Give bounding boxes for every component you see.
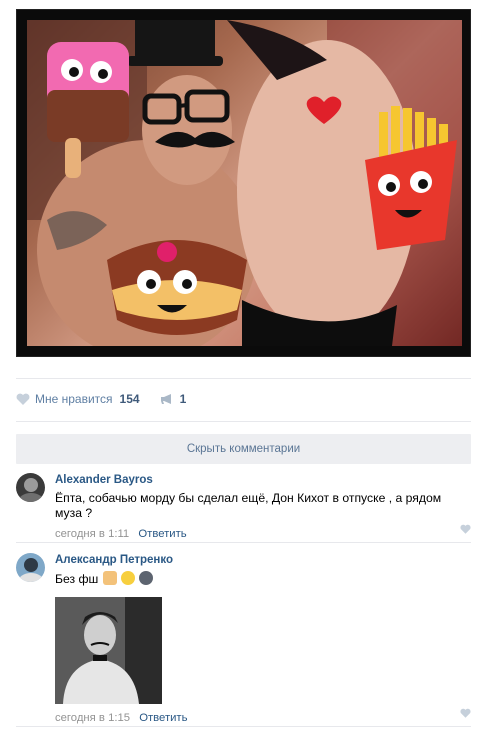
avatar[interactable] xyxy=(16,553,45,582)
divider xyxy=(16,542,471,543)
photo-content xyxy=(27,20,462,346)
comment-time[interactable]: сегодня в 1:15 xyxy=(55,712,130,724)
comment-text: Без фш xyxy=(55,572,99,586)
attached-photo[interactable] xyxy=(55,597,162,704)
divider xyxy=(16,378,471,379)
share-count: 1 xyxy=(179,392,187,406)
comment-text: Ёпта, собачью морду бы сделал ещё, Дон К… xyxy=(55,491,442,520)
avatar[interactable] xyxy=(16,473,45,502)
comment-author[interactable]: Александр Петренко xyxy=(55,553,471,567)
reply-button[interactable]: Ответить xyxy=(139,712,187,724)
megaphone-icon xyxy=(160,394,171,404)
comment: Александр Петренко Без фш сегодня в 1:15… xyxy=(16,553,471,725)
comment-like-icon[interactable] xyxy=(460,524,471,534)
flushed-face-emoji-icon xyxy=(121,571,136,585)
post-actions: Мне нравится 154 1 xyxy=(16,389,186,409)
like-count: 154 xyxy=(119,392,140,406)
divider xyxy=(16,726,471,727)
comment-time[interactable]: сегодня в 1:11 xyxy=(55,528,129,540)
comment-meta: сегодня в 1:11 Ответить xyxy=(55,527,471,541)
heart-icon xyxy=(16,393,30,405)
share-button[interactable]: 1 xyxy=(160,392,187,406)
comment: Alexander Bayros Ёпта, собачью морду бы … xyxy=(16,473,471,545)
like-label: Мне нравится xyxy=(35,392,113,406)
comment-text-row: Без фш xyxy=(55,571,471,587)
like-button[interactable]: Мне нравится 154 xyxy=(16,392,140,406)
flexed-biceps-emoji-icon xyxy=(102,571,117,585)
reply-button[interactable]: Ответить xyxy=(138,528,186,540)
ball-emoji-icon xyxy=(139,571,154,585)
hide-comments-button[interactable]: Скрыть комментарии xyxy=(16,434,471,464)
comment-author[interactable]: Alexander Bayros xyxy=(55,473,471,487)
comment-like-icon[interactable] xyxy=(460,708,471,718)
comment-meta: сегодня в 1:15 Ответить xyxy=(55,711,471,725)
post-photo[interactable] xyxy=(16,9,471,357)
photo-illustration xyxy=(27,20,462,346)
divider xyxy=(16,421,471,422)
